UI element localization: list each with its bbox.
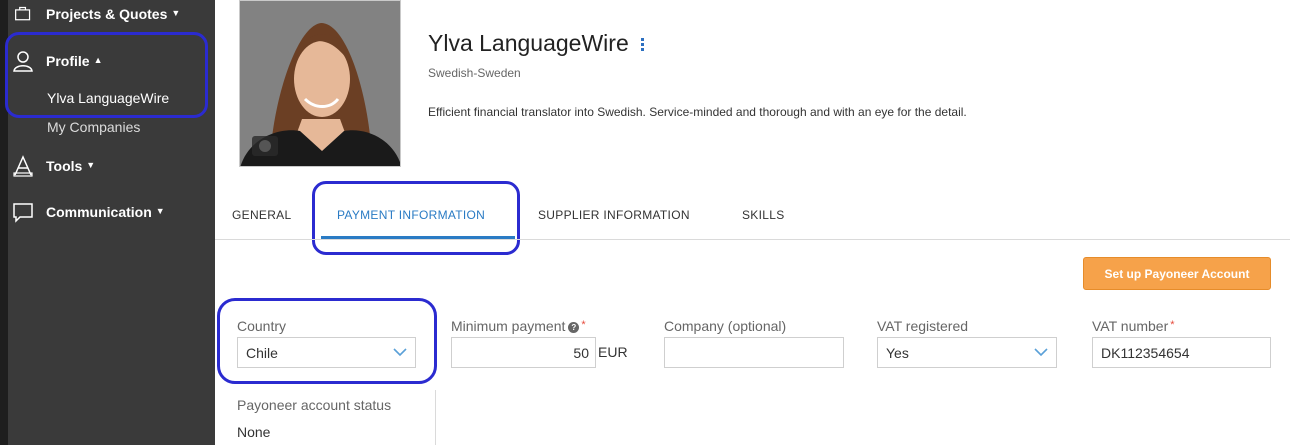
person-icon — [13, 51, 33, 72]
setup-payoneer-button[interactable]: Set up Payoneer Account — [1083, 257, 1271, 290]
company-input[interactable] — [664, 337, 844, 368]
country-value: Chile — [246, 344, 278, 361]
profile-photo-image — [240, 1, 400, 166]
nav-tools[interactable]: Tools ▼ — [12, 155, 95, 177]
company-label: Company (optional) — [664, 318, 787, 334]
nav-communication-label: Communication — [46, 204, 152, 220]
tab-payment-information[interactable]: PAYMENT INFORMATION — [337, 208, 485, 222]
nav-tools-label: Tools — [46, 158, 83, 174]
tab-skills[interactable]: SKILLS — [742, 208, 785, 222]
min-payment-currency: EUR — [598, 344, 628, 360]
vat-registered-select[interactable]: Yes — [877, 337, 1057, 368]
chevron-down-icon — [393, 348, 407, 357]
min-payment-group: 50 EUR — [451, 337, 641, 368]
payoneer-status-label: Payoneer account status — [237, 397, 392, 413]
camera-icon — [252, 136, 278, 156]
required-mark: * — [581, 319, 586, 331]
help-icon[interactable]: ? — [568, 322, 580, 333]
nav-sub-profile-name[interactable]: Ylva LanguageWire — [47, 90, 169, 106]
chevron-down-icon — [1034, 348, 1048, 357]
tab-supplier-information[interactable]: SUPPLIER INFORMATION — [538, 208, 690, 222]
required-mark: * — [1170, 319, 1175, 331]
vat-number-input[interactable]: DK112354654 — [1092, 337, 1271, 368]
sidebar-edge — [0, 0, 8, 445]
tab-general[interactable]: GENERAL — [232, 208, 291, 222]
tools-icon — [13, 155, 33, 177]
vat-number-label: VAT number * — [1092, 318, 1175, 334]
tabs-divider — [215, 239, 1290, 240]
profile-language: Swedish-Sweden — [428, 66, 521, 80]
profile-name: Ylva LanguageWire — [428, 30, 629, 56]
profile-name-heading: Ylva LanguageWire — [428, 30, 645, 57]
column-divider — [435, 390, 436, 445]
kebab-menu-icon[interactable] — [641, 36, 645, 53]
briefcase-icon — [15, 6, 31, 21]
nav-projects-label: Projects & Quotes — [46, 6, 168, 22]
nav-sub-my-companies[interactable]: My Companies — [47, 119, 140, 135]
profile-photo[interactable] — [239, 0, 401, 167]
vat-registered-value: Yes — [886, 344, 909, 361]
nav-profile-label: Profile — [46, 53, 90, 69]
min-payment-label: Minimum payment? * — [451, 318, 586, 334]
min-payment-input[interactable]: 50 — [451, 337, 596, 368]
caret-down-icon: ▼ — [86, 160, 96, 170]
country-label: Country — [237, 318, 287, 334]
chat-bubble-icon — [13, 203, 33, 223]
caret-up-icon: ▲ — [93, 55, 103, 65]
caret-down-icon: ▼ — [171, 8, 181, 18]
min-payment-label-text: Minimum payment — [451, 318, 566, 334]
vat-number-value: DK112354654 — [1101, 344, 1190, 361]
vat-registered-label: VAT registered — [877, 318, 969, 334]
sidebar: Projects & Quotes ▼ Profile ▲ Ylva Languag… — [0, 0, 215, 445]
nav-profile[interactable]: Profile ▲ — [12, 50, 103, 72]
nav-projects-quotes[interactable]: Projects & Quotes ▼ — [12, 5, 180, 23]
caret-down-icon: ▼ — [155, 206, 165, 216]
vat-number-label-text: VAT number — [1092, 318, 1169, 334]
active-tab-indicator — [321, 236, 515, 239]
payoneer-status-value: None — [237, 424, 271, 440]
min-payment-value: 50 — [573, 344, 589, 361]
country-select[interactable]: Chile — [237, 337, 416, 368]
nav-communication[interactable]: Communication ▼ — [12, 201, 165, 223]
profile-description: Efficient financial translator into Swed… — [428, 105, 967, 119]
